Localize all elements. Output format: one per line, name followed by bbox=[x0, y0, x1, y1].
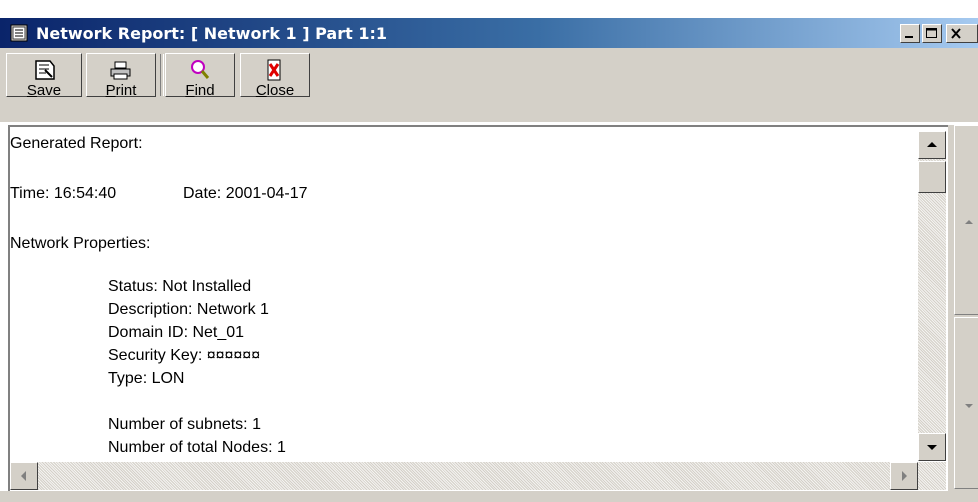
maximize-button[interactable] bbox=[922, 24, 942, 43]
maximize-icon bbox=[926, 28, 937, 38]
find-label: ind bbox=[194, 82, 215, 99]
report-text-area[interactable]: Generated Report: Time: 16:54:40 Date: 2… bbox=[8, 125, 948, 491]
subnets-line: Number of subnets: 1 bbox=[108, 416, 261, 433]
total-nodes-line: Number of total Nodes: 1 bbox=[108, 439, 286, 456]
network-properties-heading: Network Properties: bbox=[10, 235, 151, 252]
close-report-button[interactable]: Close bbox=[240, 53, 310, 99]
security-key-line: Security Key: ¤¤¤¤¤¤ bbox=[108, 347, 261, 364]
print-button[interactable]: Print bbox=[86, 53, 156, 99]
side-arrow-up-icon bbox=[965, 220, 973, 224]
report-date: Date: 2001-04-17 bbox=[183, 185, 308, 202]
find-button[interactable]: Find bbox=[165, 53, 235, 99]
arrow-right-icon bbox=[902, 471, 907, 481]
minimize-icon bbox=[905, 36, 913, 38]
domain-id-line: Domain ID: Net_01 bbox=[108, 324, 245, 341]
description-line: Description: Network 1 bbox=[108, 301, 269, 318]
find-icon bbox=[191, 60, 210, 79]
scroll-left-button[interactable] bbox=[10, 462, 38, 490]
report-heading: Generated Report: bbox=[10, 135, 143, 152]
type-line: Type: LON bbox=[108, 370, 185, 387]
report-time: Time: 16:54:40 bbox=[10, 185, 117, 202]
save-icon bbox=[35, 60, 55, 80]
print-label: rint bbox=[115, 82, 137, 99]
arrow-up-icon bbox=[927, 142, 937, 147]
save-label: ave bbox=[36, 82, 62, 99]
scroll-up-button[interactable] bbox=[918, 131, 946, 159]
scroll-thumb[interactable] bbox=[918, 161, 946, 193]
save-mnemonic: S bbox=[26, 82, 37, 99]
close-label: lose bbox=[266, 82, 295, 99]
bottom-edge bbox=[0, 491, 978, 502]
scroll-down-button[interactable] bbox=[918, 433, 946, 461]
toolbar-separator bbox=[160, 54, 164, 96]
arrow-down-icon bbox=[927, 445, 937, 450]
close-icon bbox=[951, 28, 961, 39]
scroll-right-button[interactable] bbox=[890, 462, 918, 490]
arrow-left-icon bbox=[21, 471, 26, 481]
horizontal-scrollbar[interactable] bbox=[10, 462, 946, 490]
side-scroll-up-region[interactable] bbox=[954, 125, 978, 315]
close-report-icon bbox=[267, 59, 281, 81]
find-mnemonic: F bbox=[185, 82, 195, 99]
side-scroll-down-region[interactable] bbox=[954, 317, 978, 489]
close-window-button[interactable] bbox=[946, 24, 978, 43]
side-arrow-down-icon bbox=[965, 404, 973, 408]
vertical-scrollbar[interactable] bbox=[918, 131, 946, 461]
minimize-button[interactable] bbox=[900, 24, 920, 43]
window-title: Network Report: [ Network 1 ] Part 1:1 bbox=[36, 24, 387, 43]
toolbar: Save Print Find Close bbox=[0, 48, 978, 122]
side-panel bbox=[948, 125, 978, 502]
print-icon bbox=[110, 61, 131, 80]
report-app-icon bbox=[10, 24, 28, 42]
status-line: Status: Not Installed bbox=[108, 278, 252, 295]
print-mnemonic: P bbox=[105, 82, 116, 99]
save-button[interactable]: Save bbox=[6, 53, 82, 99]
close-mnemonic: C bbox=[255, 82, 267, 99]
title-bar[interactable]: Network Report: [ Network 1 ] Part 1:1 bbox=[0, 18, 978, 48]
